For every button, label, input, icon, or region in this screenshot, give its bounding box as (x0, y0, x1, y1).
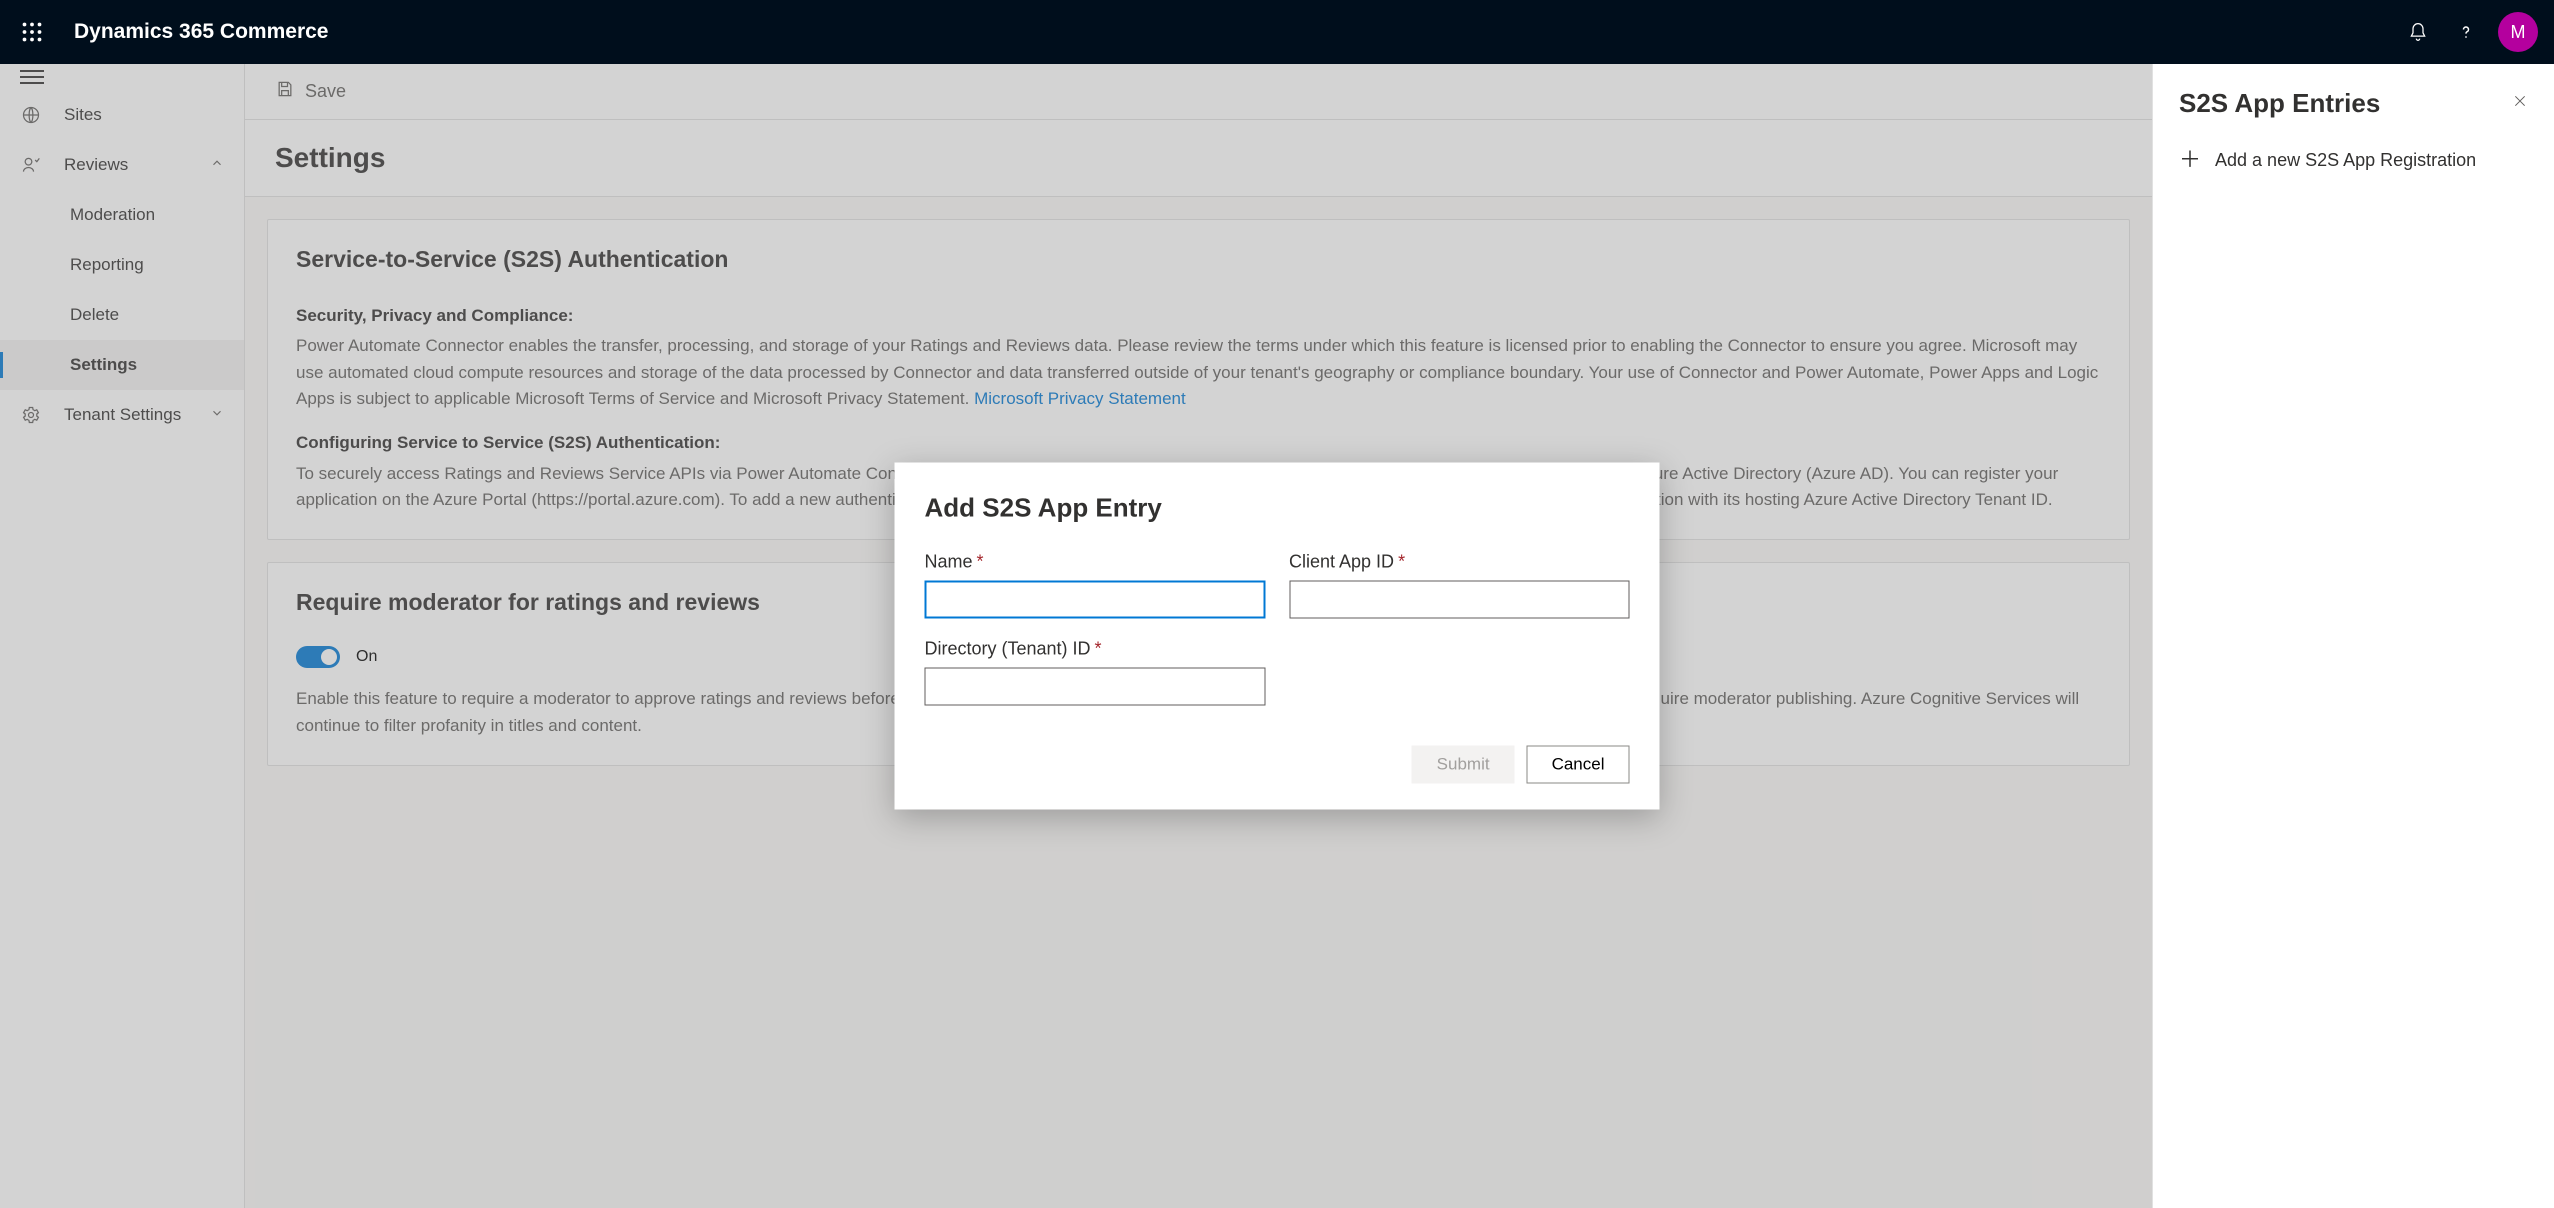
dialog-title: Add S2S App Entry (925, 493, 1630, 524)
sidebar-item-label: Delete (70, 305, 119, 325)
client-app-id-field: Client App ID* (1289, 552, 1630, 619)
client-app-id-label: Client App ID* (1289, 552, 1630, 573)
sidebar-item-reporting[interactable]: Reporting (0, 240, 244, 290)
moderator-toggle[interactable] (296, 646, 340, 668)
tenant-id-label: Directory (Tenant) ID* (925, 639, 1266, 660)
command-bar: Save (245, 64, 2152, 120)
close-icon[interactable] (2512, 93, 2528, 114)
hamburger-icon[interactable] (20, 70, 44, 84)
topbar: Dynamics 365 Commerce M (0, 0, 2554, 64)
chevron-down-icon (210, 405, 224, 425)
avatar[interactable]: M (2498, 12, 2538, 52)
sidebar-item-label: Tenant Settings (64, 405, 181, 425)
privacy-link[interactable]: Microsoft Privacy Statement (974, 389, 1186, 408)
app-launcher-icon[interactable] (8, 8, 56, 56)
sidebar-item-tenant-settings[interactable]: Tenant Settings (0, 390, 244, 440)
sidebar-item-label: Moderation (70, 205, 155, 225)
toggle-label: On (356, 648, 377, 666)
cancel-button[interactable]: Cancel (1527, 746, 1630, 784)
help-icon[interactable] (2442, 8, 2490, 56)
leftnav: Sites Reviews Moderation Reporting Delet… (0, 64, 245, 1208)
name-label: Name* (925, 552, 1266, 573)
tenant-id-field: Directory (Tenant) ID* (925, 639, 1266, 706)
sidebar-item-reviews[interactable]: Reviews (0, 140, 244, 190)
sidebar-item-settings[interactable]: Settings (0, 340, 244, 390)
sidebar-item-label: Settings (70, 355, 137, 375)
plus-icon: ＋ (2179, 149, 2201, 171)
rightpane: S2S App Entries ＋ Add a new S2S App Regi… (2152, 64, 2554, 1208)
s2s-subheading: Security, Privacy and Compliance: (296, 303, 2101, 329)
sidebar-item-delete[interactable]: Delete (0, 290, 244, 340)
reviews-icon (20, 155, 42, 175)
save-icon (275, 79, 295, 104)
bell-icon[interactable] (2394, 8, 2442, 56)
tenant-id-input[interactable] (925, 668, 1266, 706)
gear-icon (20, 405, 42, 425)
s2s-subheading2: Configuring Service to Service (S2S) Aut… (296, 430, 2101, 456)
save-label: Save (305, 81, 346, 102)
submit-button[interactable]: Submit (1412, 746, 1515, 784)
add-s2s-link[interactable]: ＋ Add a new S2S App Registration (2179, 149, 2528, 171)
s2s-heading: Service-to-Service (S2S) Authentication (296, 246, 2101, 273)
save-button[interactable]: Save (275, 79, 346, 104)
client-app-id-input[interactable] (1289, 581, 1630, 619)
name-input[interactable] (925, 581, 1266, 619)
add-s2s-dialog: Add S2S App Entry Name* Client App ID* D… (895, 463, 1660, 810)
page-title: Settings (245, 120, 2152, 197)
rightpane-title: S2S App Entries (2179, 88, 2380, 119)
sidebar-item-sites[interactable]: Sites (0, 90, 244, 140)
sidebar-item-label: Reviews (64, 155, 128, 175)
globe-icon (20, 105, 42, 125)
sidebar-item-label: Sites (64, 105, 102, 125)
chevron-up-icon (210, 155, 224, 175)
s2s-body: Power Automate Connector enables the tra… (296, 333, 2101, 412)
brand-title: Dynamics 365 Commerce (74, 20, 328, 44)
name-field: Name* (925, 552, 1266, 619)
add-s2s-label: Add a new S2S App Registration (2215, 150, 2476, 171)
sidebar-item-moderation[interactable]: Moderation (0, 190, 244, 240)
sidebar-item-label: Reporting (70, 255, 144, 275)
shell: Sites Reviews Moderation Reporting Delet… (0, 64, 2554, 1208)
